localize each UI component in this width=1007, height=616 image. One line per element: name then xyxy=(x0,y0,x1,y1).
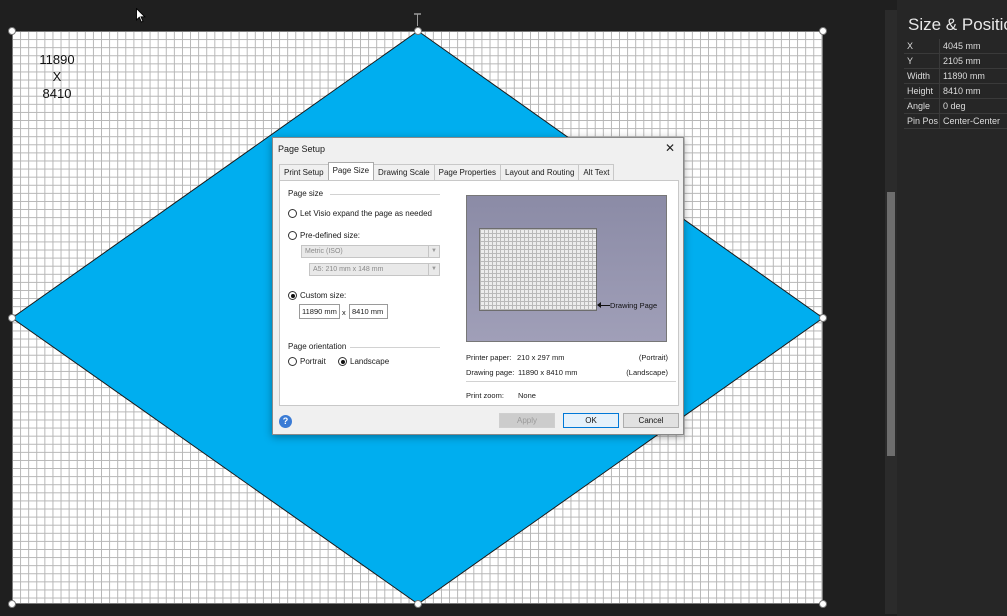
custom-size-separator: x xyxy=(342,308,346,317)
radio-button[interactable] xyxy=(288,209,297,218)
dialog-tabs: Print Setup Page Size Drawing Scale Page… xyxy=(279,162,615,180)
prop-key: Height xyxy=(907,86,934,96)
prop-row-height[interactable]: Height 8410 mm xyxy=(904,84,1007,99)
preview-drawing-page xyxy=(479,228,597,311)
printer-paper-orientation: (Portrait) xyxy=(638,353,668,362)
tab-alt-text[interactable]: Alt Text xyxy=(578,164,615,180)
apply-button[interactable]: Apply xyxy=(499,413,555,428)
tab-drawing-scale[interactable]: Drawing Scale xyxy=(373,164,435,180)
predefined-size-select[interactable]: A5: 210 mm x 148 mm ▼ xyxy=(309,263,440,276)
rotation-handle-icon[interactable] xyxy=(412,12,423,26)
selection-handle-right[interactable] xyxy=(819,314,827,322)
radio-landscape[interactable]: Landscape xyxy=(338,357,389,366)
print-zoom-value: None xyxy=(518,391,536,400)
radio-label: Portrait xyxy=(300,357,326,366)
group-divider xyxy=(350,347,440,348)
page-orientation-group-label: Page orientation xyxy=(288,342,347,351)
radio-button[interactable] xyxy=(288,291,297,300)
prop-value[interactable]: 11890 mm xyxy=(939,69,1007,83)
select-value: A5: 210 mm x 148 mm xyxy=(313,266,384,273)
selection-handle-top-right[interactable] xyxy=(819,27,827,35)
panel-title: Size & Position xyxy=(908,15,1007,34)
tab-print-setup[interactable]: Print Setup xyxy=(279,164,329,180)
prop-key: Width xyxy=(907,71,931,81)
page-size-group-label: Page size xyxy=(288,189,324,198)
close-icon[interactable]: ✕ xyxy=(663,141,677,155)
radio-portrait[interactable]: Portrait xyxy=(288,357,326,366)
selection-handle-top-left[interactable] xyxy=(8,27,16,35)
radio-label: Landscape xyxy=(350,357,390,366)
page-label-height: 8410 xyxy=(42,86,72,101)
radio-expand-page[interactable]: Let Visio expand the page as needed xyxy=(288,209,432,218)
group-divider xyxy=(330,194,440,195)
print-zoom-label: Print zoom: xyxy=(466,391,504,400)
prop-row-pin-pos[interactable]: Pin Pos Center-Center xyxy=(904,114,1007,129)
prop-key: Y xyxy=(907,56,914,66)
radio-label: Let Visio expand the page as needed xyxy=(300,209,432,218)
drawing-page-orientation: (Landscape) xyxy=(626,368,668,377)
tab-page-size[interactable]: Page Size xyxy=(327,162,375,180)
printer-paper-label: Printer paper: xyxy=(466,353,512,362)
selection-handle-bottom[interactable] xyxy=(414,600,422,608)
visio-window: 11890 X 8410 Size & Position X 4045 mm Y 2… xyxy=(0,0,1007,616)
preview-label: Drawing Page xyxy=(610,301,658,310)
ok-button[interactable]: OK xyxy=(563,413,619,428)
selection-handle-bottom-left[interactable] xyxy=(8,600,16,608)
custom-width-input[interactable]: 11890 mm xyxy=(299,304,340,319)
page-label-x: X xyxy=(52,69,62,84)
page-preview: Drawing Page xyxy=(466,195,667,342)
prop-row-x[interactable]: X 4045 mm xyxy=(904,39,1007,54)
info-divider xyxy=(466,381,676,382)
tab-page-properties[interactable]: Page Properties xyxy=(433,164,501,180)
mouse-cursor-icon xyxy=(136,8,146,23)
prop-value[interactable]: Center-Center xyxy=(939,114,1007,128)
selection-handle-left[interactable] xyxy=(8,314,16,322)
arrow-left-icon xyxy=(597,302,610,308)
radio-button[interactable] xyxy=(288,231,297,240)
prop-row-angle[interactable]: Angle 0 deg xyxy=(904,99,1007,114)
prop-key: X xyxy=(907,41,914,51)
drawing-page-value: 11890 x 8410 mm xyxy=(518,368,578,377)
radio-button[interactable] xyxy=(338,357,347,366)
prop-row-width[interactable]: Width 11890 mm xyxy=(904,69,1007,84)
prop-value[interactable]: 0 deg xyxy=(939,99,1007,113)
help-icon[interactable]: ? xyxy=(279,415,292,428)
radio-custom-size[interactable]: Custom size: xyxy=(288,291,346,300)
drawing-page-label: Drawing page: xyxy=(466,368,515,377)
cancel-button[interactable]: Cancel xyxy=(623,413,679,428)
page-size-panel: Page size Let Visio expand the page as n… xyxy=(279,180,679,406)
page-label-width: 11890 xyxy=(39,52,75,67)
selection-handle-top[interactable] xyxy=(414,27,422,35)
prop-value[interactable]: 2105 mm xyxy=(939,54,1007,68)
size-position-table: X 4045 mm Y 2105 mm Width 11890 mm Height 84… xyxy=(904,39,1007,129)
printer-paper-value: 210 x 297 mm xyxy=(517,353,565,362)
prop-value[interactable]: 8410 mm xyxy=(939,84,1007,98)
prop-value[interactable]: 4045 mm xyxy=(939,39,1007,53)
page-setup-dialog: Page Setup ✕ Print Setup Page Size Drawi… xyxy=(272,137,684,435)
selection-handle-bottom-right[interactable] xyxy=(819,600,827,608)
chevron-down-icon[interactable]: ▼ xyxy=(428,264,439,275)
prop-key: Pin Pos xyxy=(907,116,939,126)
scrollbar-thumb[interactable] xyxy=(887,192,895,456)
radio-label: Pre-defined size: xyxy=(300,231,361,240)
prop-key: Angle xyxy=(907,101,931,111)
radio-predefined-size[interactable]: Pre-defined size: xyxy=(288,231,360,240)
select-value: Metric (ISO) xyxy=(305,248,343,255)
radio-button[interactable] xyxy=(288,357,297,366)
custom-height-input[interactable]: 8410 mm xyxy=(349,304,388,319)
chevron-down-icon[interactable]: ▼ xyxy=(428,246,439,257)
page-size-label: 11890 X 8410 xyxy=(36,51,78,102)
predefined-standard-select[interactable]: Metric (ISO) ▼ xyxy=(301,245,440,258)
radio-label: Custom size: xyxy=(300,291,347,300)
tab-layout-and-routing[interactable]: Layout and Routing xyxy=(500,164,580,180)
prop-row-y[interactable]: Y 2105 mm xyxy=(904,54,1007,69)
dialog-title: Page Setup xyxy=(278,144,326,154)
